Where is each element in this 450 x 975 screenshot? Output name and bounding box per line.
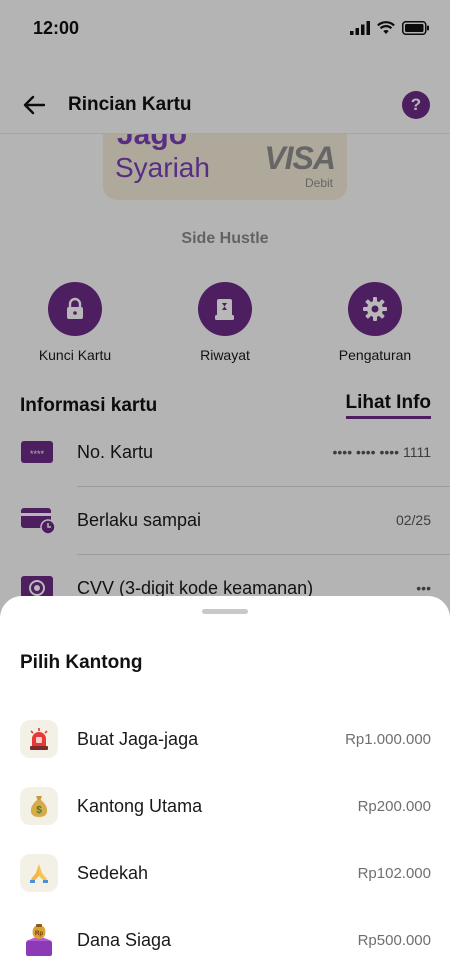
pocket-item[interactable]: Buat Jaga-jaga Rp1.000.000 bbox=[20, 711, 431, 767]
svg-text:Rp: Rp bbox=[35, 931, 43, 937]
pocket-amount: Rp102.000 bbox=[357, 864, 431, 882]
money-bag-icon: $ bbox=[30, 796, 48, 817]
pocket-name: Kantong Utama bbox=[77, 795, 203, 816]
siren-icon bbox=[30, 728, 48, 750]
praying-hands-icon bbox=[30, 864, 48, 883]
pocket-name: Dana Siaga bbox=[77, 929, 172, 950]
pocket-picker-sheet: Pilih Kantong Buat Jaga-jaga Rp1.000.000… bbox=[0, 596, 450, 975]
pocket-item[interactable]: $ Kantong Utama Rp200.000 bbox=[20, 778, 431, 834]
sheet-title: Pilih Kantong bbox=[20, 652, 143, 673]
pocket-amount: Rp200.000 bbox=[357, 797, 431, 815]
pocket-item[interactable]: Rp Dana Siaga Rp500.000 bbox=[20, 912, 431, 968]
pocket-name: Buat Jaga-jaga bbox=[77, 728, 199, 749]
svg-text:$: $ bbox=[36, 805, 42, 816]
pocket-amount: Rp500.000 bbox=[357, 931, 431, 949]
treasure-box-icon: Rp bbox=[26, 924, 52, 956]
pocket-item[interactable]: Sedekah Rp102.000 bbox=[20, 845, 431, 901]
sheet-drag-handle[interactable] bbox=[202, 609, 248, 614]
pocket-name: Sedekah bbox=[77, 862, 149, 883]
pocket-amount: Rp1.000.000 bbox=[345, 730, 431, 748]
